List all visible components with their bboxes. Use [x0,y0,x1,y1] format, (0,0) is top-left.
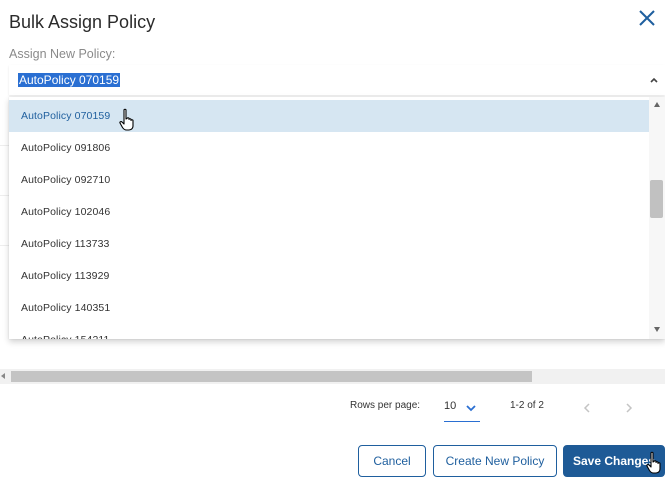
close-icon [639,10,655,26]
rows-per-page-select[interactable]: 10 [444,398,480,422]
scroll-down-icon[interactable] [654,327,660,332]
dropdown-scrollbar[interactable] [649,97,665,339]
policy-option[interactable]: AutoPolicy 140351 [9,292,649,324]
policy-select-value[interactable]: AutoPolicy 070159 [18,73,121,87]
horizontal-scrollbar[interactable] [0,369,665,384]
dialog-title: Bulk Assign Policy [9,12,156,32]
chevron-up-icon[interactable] [647,73,661,87]
policy-option[interactable]: AutoPolicy 091806 [9,132,649,164]
cancel-button[interactable]: Cancel [358,445,426,477]
save-changes-button[interactable]: Save Changes [563,445,665,477]
previous-page-button[interactable] [580,400,594,416]
chevron-left-icon [583,403,590,413]
policy-option[interactable]: AutoPolicy 070159 [9,100,649,132]
policy-select[interactable]: AutoPolicy 070159 [9,65,665,95]
assign-policy-label: Assign New Policy: [9,47,116,61]
policy-option[interactable]: AutoPolicy 154211 [9,324,649,339]
policy-option[interactable]: AutoPolicy 113929 [9,260,649,292]
chevron-down-icon [466,405,476,412]
horizontal-scrollbar-thumb[interactable] [11,371,532,382]
close-button[interactable] [634,6,660,32]
policy-dropdown: AutoPolicy 070159 AutoPolicy 091806 AutoPo… [9,97,665,339]
rows-per-page-label: Rows per page: [350,400,421,411]
policy-option[interactable]: AutoPolicy 113733 [9,228,649,260]
policy-option[interactable]: AutoPolicy 102046 [9,196,649,228]
rows-per-page-value: 10 [444,400,457,412]
scroll-left-icon[interactable] [1,373,5,379]
policy-options-list: AutoPolicy 070159 AutoPolicy 091806 AutoPo… [9,100,649,339]
pagination-range: 1-2 of 2 [510,400,544,411]
policy-option[interactable]: AutoPolicy 092710 [9,164,649,196]
create-new-policy-button[interactable]: Create New Policy [433,445,557,477]
chevron-right-icon [626,403,633,413]
scroll-up-icon[interactable] [654,102,660,107]
scrollbar-thumb[interactable] [650,180,663,218]
next-page-button[interactable] [622,400,636,416]
